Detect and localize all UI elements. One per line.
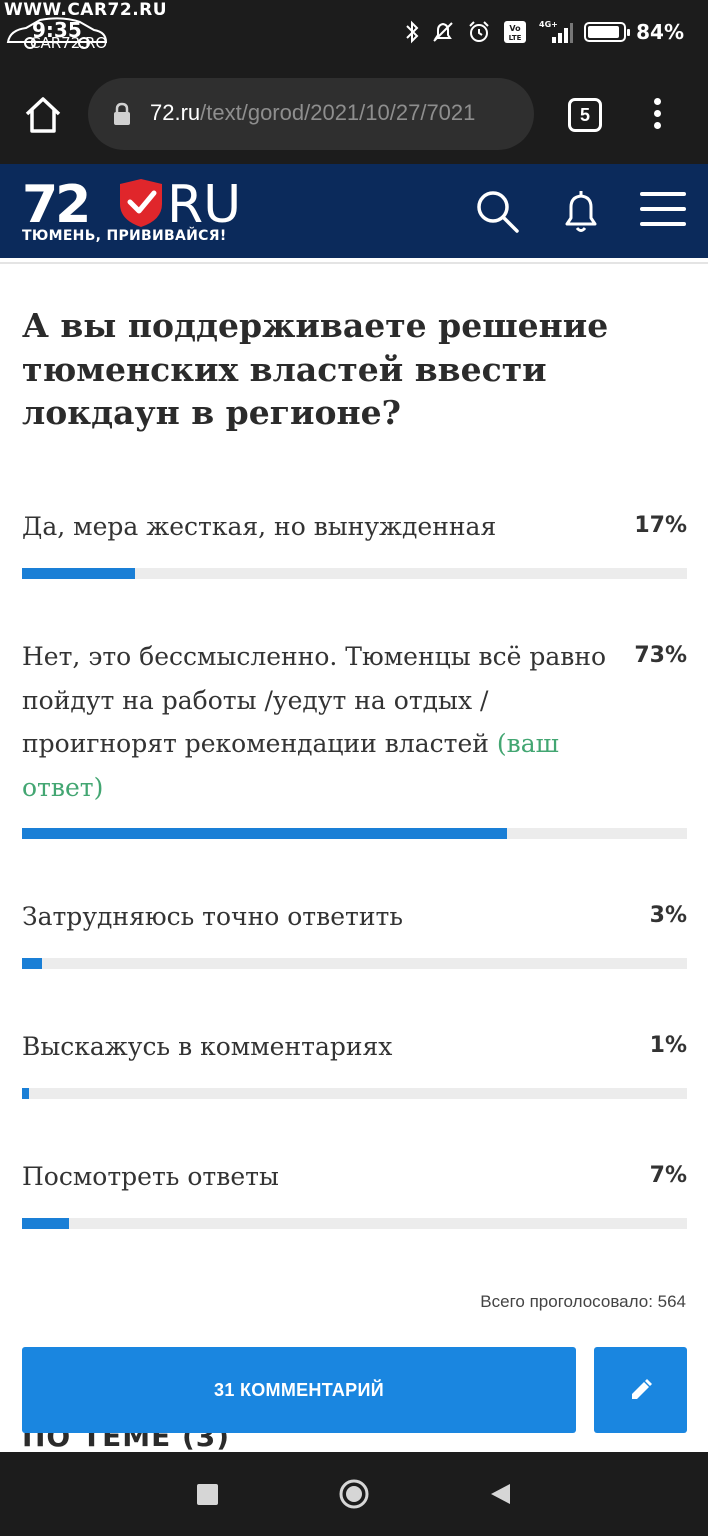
poll-option[interactable]: Затрудняюсь точно ответить 3%	[22, 895, 687, 969]
poll-bar-fill	[22, 568, 136, 579]
home-circle-icon[interactable]	[338, 1478, 370, 1510]
watermark-subtext: CAR72.RO	[30, 34, 108, 52]
bell-icon[interactable]	[560, 188, 602, 234]
logo-suffix: RU	[167, 178, 241, 228]
status-icons: Vo LTE 4G+ 84%	[404, 17, 684, 47]
bluetooth-icon	[406, 20, 419, 44]
poll-option[interactable]: Да, мера жесткая, но вынужденная 17%	[22, 505, 687, 579]
poll-option-percent: 3%	[649, 903, 687, 928]
poll-bar-fill	[22, 1218, 69, 1229]
url-path: /text/gorod/2021/10/27/7021	[200, 100, 476, 125]
battery-percent: 84%	[636, 20, 684, 44]
poll-bar	[22, 568, 687, 579]
pencil-icon	[631, 1379, 652, 1399]
hamburger-menu-icon[interactable]	[640, 192, 686, 228]
poll-option-label: Посмотреть ответы	[22, 1162, 279, 1191]
signal-icon: 4G+	[539, 20, 574, 43]
poll-option-percent: 17%	[634, 513, 687, 538]
browser-toolbar: 72.ru/text/gorod/2021/10/27/7021 5	[0, 64, 708, 164]
poll-option-percent: 7%	[649, 1163, 687, 1188]
logo-number: 72	[22, 178, 88, 228]
site-header: 72 RU ТЮМЕНЬ, ПРИВИВАЙСЯ!	[0, 164, 708, 258]
address-bar[interactable]: 72.ru/text/gorod/2021/10/27/7021	[88, 78, 534, 150]
site-slogan: ТЮМЕНЬ, ПРИВИВАЙСЯ!	[22, 228, 227, 244]
alarm-off-icon	[433, 22, 453, 42]
battery-icon	[584, 22, 631, 42]
poll-bar	[22, 958, 687, 969]
poll-option-label: Да, мера жесткая, но вынужденная	[22, 512, 497, 541]
poll-bar	[22, 1088, 687, 1099]
site-logo[interactable]: 72 RU	[22, 178, 262, 228]
back-icon[interactable]	[488, 1482, 512, 1506]
search-icon[interactable]	[474, 188, 520, 234]
alarm-clock-icon	[469, 21, 489, 42]
svg-text:Vo: Vo	[510, 24, 522, 33]
poll-total-votes: Всего проголосовало: 564	[480, 1292, 686, 1311]
url-text: 72.ru/text/gorod/2021/10/27/7021	[150, 100, 475, 126]
status-bar: WWW.CAR72.RU 9:35 CAR72.RO Vo LTE 4G+ 84…	[0, 0, 708, 64]
home-icon[interactable]	[22, 94, 64, 136]
poll-bar	[22, 828, 687, 839]
recents-icon[interactable]	[197, 1484, 218, 1505]
svg-text:LTE: LTE	[509, 34, 522, 42]
poll-bar	[22, 1218, 687, 1229]
poll-option-percent: 73%	[634, 643, 687, 668]
tabs-button[interactable]: 5	[568, 98, 602, 132]
poll-question: А вы поддерживаете решение тюменских вла…	[22, 306, 609, 433]
poll-bar-fill	[22, 1088, 29, 1099]
poll-option[interactable]: Посмотреть ответы 7%	[22, 1155, 687, 1229]
write-comment-button[interactable]	[594, 1347, 687, 1433]
system-nav-bar	[0, 1452, 708, 1536]
lock-icon	[114, 102, 130, 125]
divider	[0, 262, 708, 264]
poll-option[interactable]: Нет, это бессмысленно. Тюменцы всё равно…	[22, 635, 687, 839]
poll-option-label: Затрудняюсь точно ответить	[22, 902, 403, 931]
poll-option-label: Нет, это бессмысленно. Тюменцы всё равно…	[22, 642, 607, 802]
url-host: 72.ru	[150, 100, 201, 125]
comments-button[interactable]: 31 КОММЕНТАРИЙ	[22, 1347, 576, 1433]
poll-bar-fill	[22, 828, 508, 839]
overflow-menu-icon[interactable]	[650, 98, 664, 132]
poll-option[interactable]: Выскажусь в комментариях 1%	[22, 1025, 687, 1099]
poll-bar-fill	[22, 958, 42, 969]
poll-option-percent: 1%	[649, 1033, 687, 1058]
volte-icon: Vo LTE	[504, 21, 527, 43]
svg-text:4G+: 4G+	[539, 20, 558, 29]
poll-option-label: Выскажусь в комментариях	[22, 1032, 393, 1061]
